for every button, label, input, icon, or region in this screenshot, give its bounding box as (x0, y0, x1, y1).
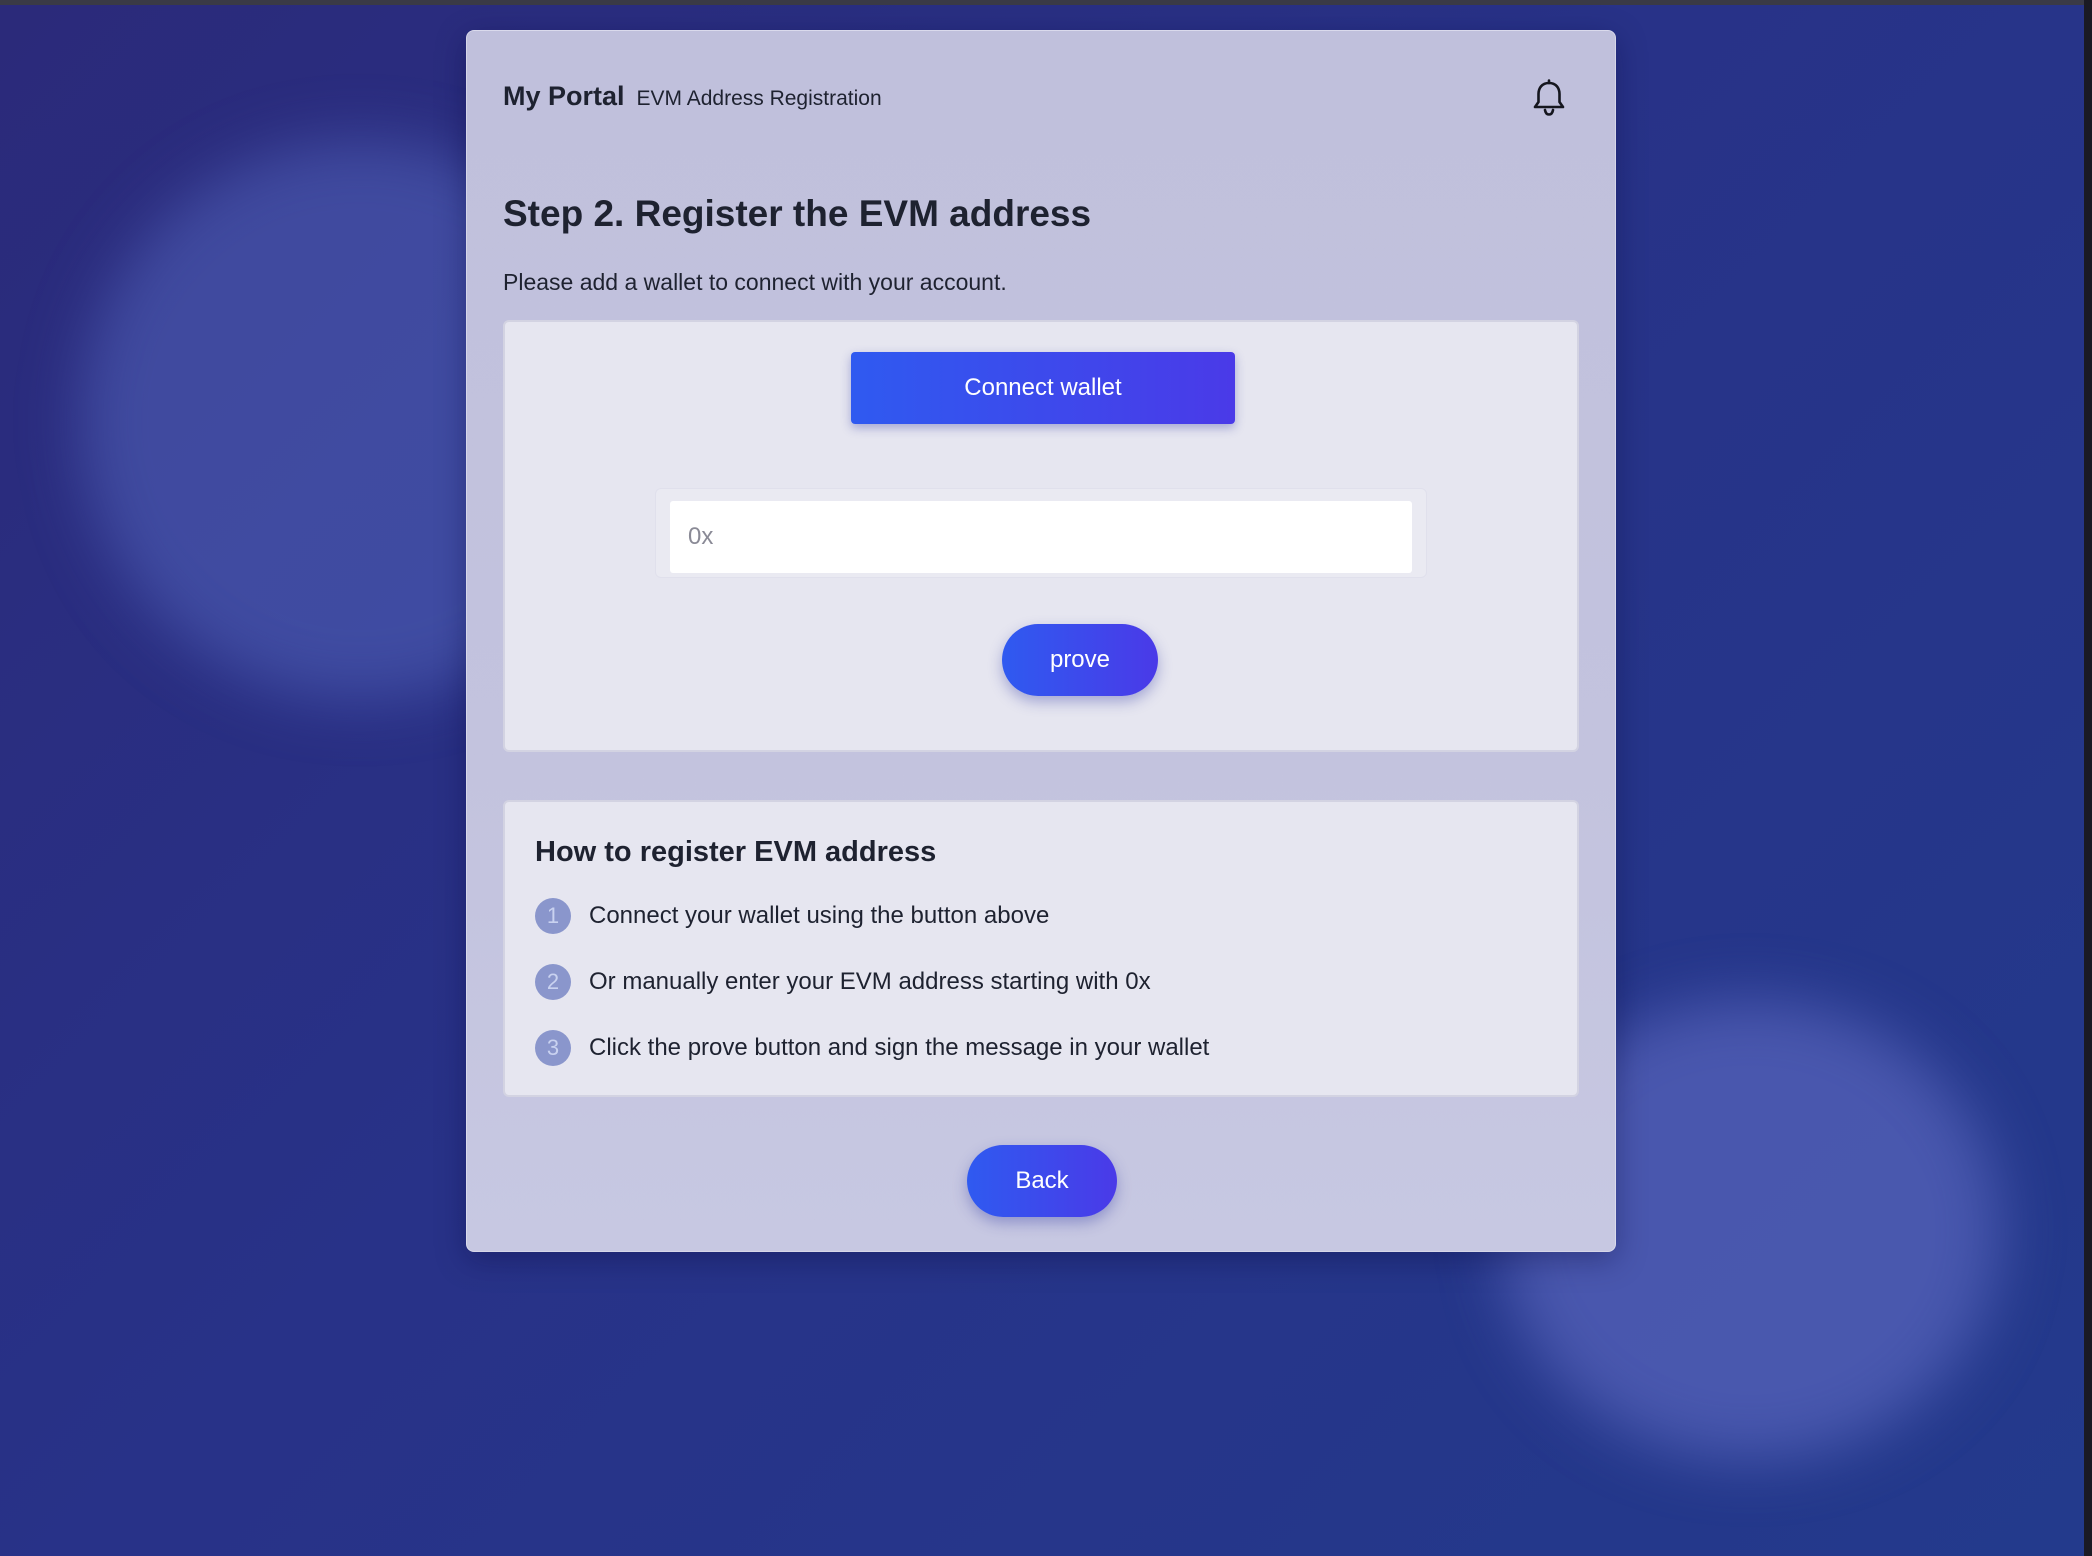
step-number-badge: 2 (535, 964, 571, 1000)
howto-steps: 1 Connect your wallet using the button a… (535, 898, 1209, 1096)
howto-step: 2 Or manually enter your EVM address sta… (535, 964, 1209, 1000)
bell-icon[interactable] (1531, 79, 1567, 119)
step-number-badge: 3 (535, 1030, 571, 1066)
back-button[interactable]: Back (967, 1145, 1117, 1217)
connect-wallet-button[interactable]: Connect wallet (851, 352, 1235, 424)
address-input-wrapper (655, 488, 1427, 578)
evm-address-input[interactable] (670, 501, 1412, 573)
brand-title: My Portal (503, 81, 625, 111)
prove-button[interactable]: prove (1002, 624, 1158, 696)
page-description: Please add a wallet to connect with your… (503, 269, 1007, 295)
header-subtitle: EVM Address Registration (636, 87, 882, 110)
howto-step: 1 Connect your wallet using the button a… (535, 898, 1209, 934)
step-text: Or manually enter your EVM address start… (589, 968, 1151, 995)
howto-panel: How to register EVM address 1 Connect yo… (503, 800, 1579, 1097)
card-header: My Portal EVM Address Registration (503, 81, 882, 112)
step-text: Connect your wallet using the button abo… (589, 902, 1050, 929)
window-right-border (2084, 0, 2092, 1556)
step-text: Click the prove button and sign the mess… (589, 1034, 1210, 1061)
window-top-border (0, 0, 2092, 5)
step-number-badge: 1 (535, 898, 571, 934)
registration-card: My Portal EVM Address Registration Step … (466, 30, 1616, 1252)
howto-step: 3 Click the prove button and sign the me… (535, 1030, 1209, 1066)
page-title: Step 2. Register the EVM address (503, 193, 1092, 234)
wallet-connect-panel: Connect wallet prove (503, 320, 1579, 752)
howto-title: How to register EVM address (535, 836, 937, 868)
